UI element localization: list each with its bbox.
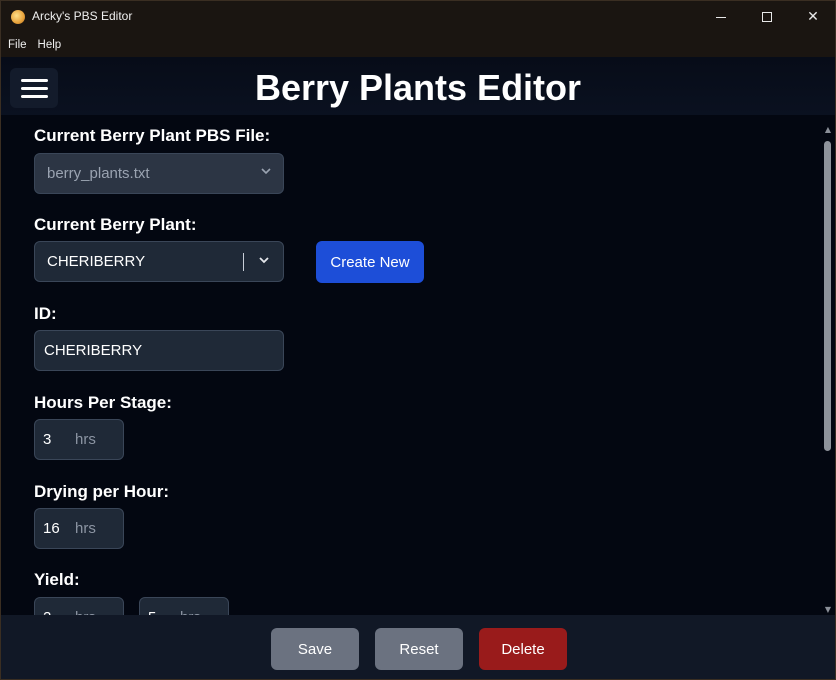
drying-per-hour-input[interactable]: 16 hrs xyxy=(34,508,124,549)
app-window: Arcky's PBS Editor ✕ File Help Berry Pla… xyxy=(0,0,836,680)
hours-per-stage-value: 3 xyxy=(43,431,52,448)
hours-per-stage-input[interactable]: 3 hrs xyxy=(34,419,124,460)
page-title: Berry Plants Editor xyxy=(254,67,582,108)
chevron-down-icon xyxy=(261,166,271,179)
save-button[interactable]: Save xyxy=(271,628,359,670)
drying-per-hour-label: Drying per Hour: xyxy=(34,482,170,501)
pbs-file-label: Current Berry Plant PBS File: xyxy=(34,126,271,145)
hours-per-stage-unit: hrs xyxy=(75,431,96,448)
pbs-file-select[interactable]: berry_plants.txt xyxy=(34,153,284,194)
scroll-up-icon[interactable]: ▲ xyxy=(823,125,833,135)
editor-form: Current Berry Plant PBS File: berry_plan… xyxy=(1,115,835,615)
maximize-icon xyxy=(762,12,772,22)
select-separator xyxy=(243,253,244,271)
vertical-scrollbar[interactable]: ▲ ▼ xyxy=(822,125,834,615)
reset-button[interactable]: Reset xyxy=(375,628,463,670)
pbs-file-value: berry_plants.txt xyxy=(47,165,150,182)
yield-max-input[interactable]: 5 hrs xyxy=(139,597,229,615)
chevron-down-icon[interactable] xyxy=(258,253,270,265)
drying-per-hour-value: 16 xyxy=(43,520,60,537)
berry-plant-value: CHERIBERRY xyxy=(47,253,146,270)
window-title: Arcky's PBS Editor xyxy=(32,9,133,23)
scroll-down-icon[interactable]: ▼ xyxy=(823,605,833,615)
footer-actions: Save Reset Delete xyxy=(1,615,835,679)
close-icon: ✕ xyxy=(807,9,819,25)
scroll-thumb[interactable] xyxy=(824,141,831,451)
delete-button[interactable]: Delete xyxy=(479,628,567,670)
create-new-button[interactable]: Create New xyxy=(316,241,424,283)
menu-bar: File Help xyxy=(1,33,835,57)
yield-min-input[interactable]: 2 hrs xyxy=(34,597,124,615)
berry-plant-label: Current Berry Plant: xyxy=(34,215,197,234)
menu-file[interactable]: File xyxy=(8,39,27,51)
hours-per-stage-label: Hours Per Stage: xyxy=(34,393,172,412)
drying-per-hour-unit: hrs xyxy=(75,520,96,537)
app-icon xyxy=(11,10,25,24)
minimize-icon xyxy=(716,16,726,18)
yield-label: Yield: xyxy=(34,570,80,589)
berry-plant-select[interactable]: CHERIBERRY xyxy=(34,241,284,282)
id-label: ID: xyxy=(34,304,57,323)
minimize-button[interactable] xyxy=(698,1,744,33)
id-input[interactable]: CHERIBERRY xyxy=(34,330,284,371)
menu-help[interactable]: Help xyxy=(38,39,62,51)
close-button[interactable]: ✕ xyxy=(790,1,835,33)
title-bar[interactable]: Arcky's PBS Editor ✕ xyxy=(1,1,835,33)
page-header: Berry Plants Editor xyxy=(1,57,835,115)
maximize-button[interactable] xyxy=(744,1,790,33)
